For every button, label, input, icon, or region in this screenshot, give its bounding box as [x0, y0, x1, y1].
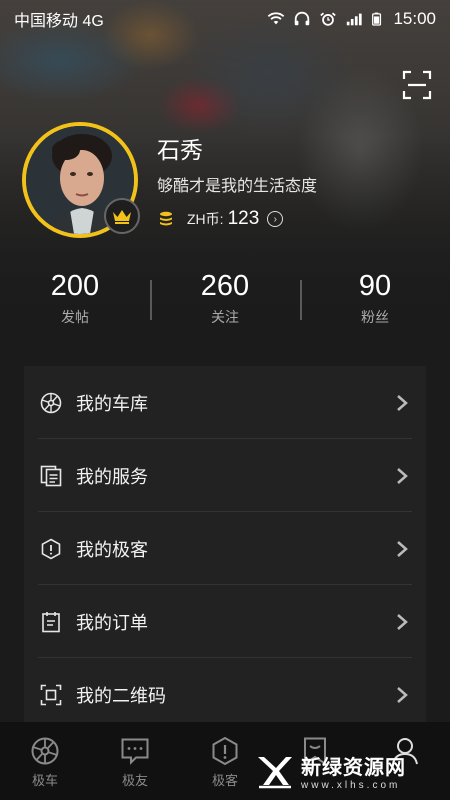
stat-label: 发帖 [61, 309, 89, 325]
menu-item-services[interactable]: 我的服务 [24, 439, 426, 512]
stat-value: 90 [358, 270, 392, 302]
user-bio: 够酷才是我的生活态度 [157, 178, 318, 195]
clock-time: 15:00 [393, 9, 436, 28]
chevron-right-icon [397, 613, 408, 630]
watermark-url: www.xlhs.com [301, 780, 401, 791]
menu-item-qrcode[interactable]: 我的二维码 [24, 658, 426, 731]
stat-value: 200 [50, 270, 100, 302]
menu-item-label: 我的极客 [76, 539, 148, 560]
wifi-icon [268, 12, 285, 25]
crown-icon [113, 210, 131, 224]
hexagon-info-icon [41, 538, 61, 559]
battery-icon [372, 12, 382, 26]
chevron-right-icon [397, 467, 408, 484]
watermark-title: 新绿资源网 [301, 757, 406, 779]
tab-cars[interactable]: 极车 [0, 722, 90, 800]
tab-label: 极友 [121, 773, 148, 788]
coin-balance-row[interactable]: ZH币: 123 › [157, 207, 284, 231]
menu-item-label: 我的服务 [76, 466, 148, 487]
chevron-right-icon [397, 394, 408, 411]
coin-label: ZH币: [187, 211, 224, 227]
menu-item-orders[interactable]: 我的订单 [24, 585, 426, 658]
stat-label: 关注 [211, 309, 239, 325]
tab-label: 极客 [211, 773, 238, 788]
menu-item-geek[interactable]: 我的极客 [24, 512, 426, 585]
stats-row: 200 发帖 260 关注 90 粉丝 [0, 266, 450, 336]
qr-scan-icon [40, 684, 62, 705]
menu-card: 我的车库 我的服务 我的极客 我的订单 我的二维码 [24, 366, 426, 726]
watermark: 新绿资源网 www.xlhs.com [255, 748, 445, 794]
document-icon [40, 465, 62, 486]
menu-item-label: 我的二维码 [76, 685, 166, 706]
chevron-right-circle-icon[interactable]: › [267, 211, 284, 227]
user-name: 石秀 [157, 137, 203, 163]
clipboard-icon [42, 611, 60, 632]
wheel-icon [31, 737, 59, 765]
wheel-icon [40, 392, 62, 413]
menu-item-label: 我的车库 [76, 393, 148, 414]
scan-icon[interactable] [402, 70, 432, 100]
menu-item-label: 我的订单 [76, 612, 148, 633]
tab-friends[interactable]: 极友 [90, 722, 180, 800]
chevron-right-icon [397, 686, 408, 703]
stat-posts[interactable]: 200 发帖 [0, 266, 150, 336]
status-bar: 中国移动 4G 15:00 [0, 0, 450, 38]
carrier-label: 中国移动 4G [14, 13, 104, 30]
avatar[interactable] [22, 122, 140, 238]
stat-value: 260 [200, 270, 250, 302]
signal-icon [347, 13, 363, 26]
hexagon-info-icon [212, 736, 238, 766]
watermark-logo-icon [258, 757, 292, 789]
stat-following[interactable]: 260 关注 [150, 266, 300, 336]
coin-value: 123 [227, 208, 260, 229]
menu-item-garage[interactable]: 我的车库 [24, 366, 426, 439]
stat-label: 粉丝 [361, 309, 389, 325]
alarm-icon [320, 12, 337, 26]
headset-icon [295, 11, 310, 26]
coin-stack-icon [160, 211, 172, 226]
chat-icon [121, 738, 149, 765]
stat-followers[interactable]: 90 粉丝 [300, 266, 450, 336]
crown-badge [104, 198, 140, 234]
chevron-right-icon [397, 540, 408, 557]
tab-label: 极车 [31, 773, 58, 788]
